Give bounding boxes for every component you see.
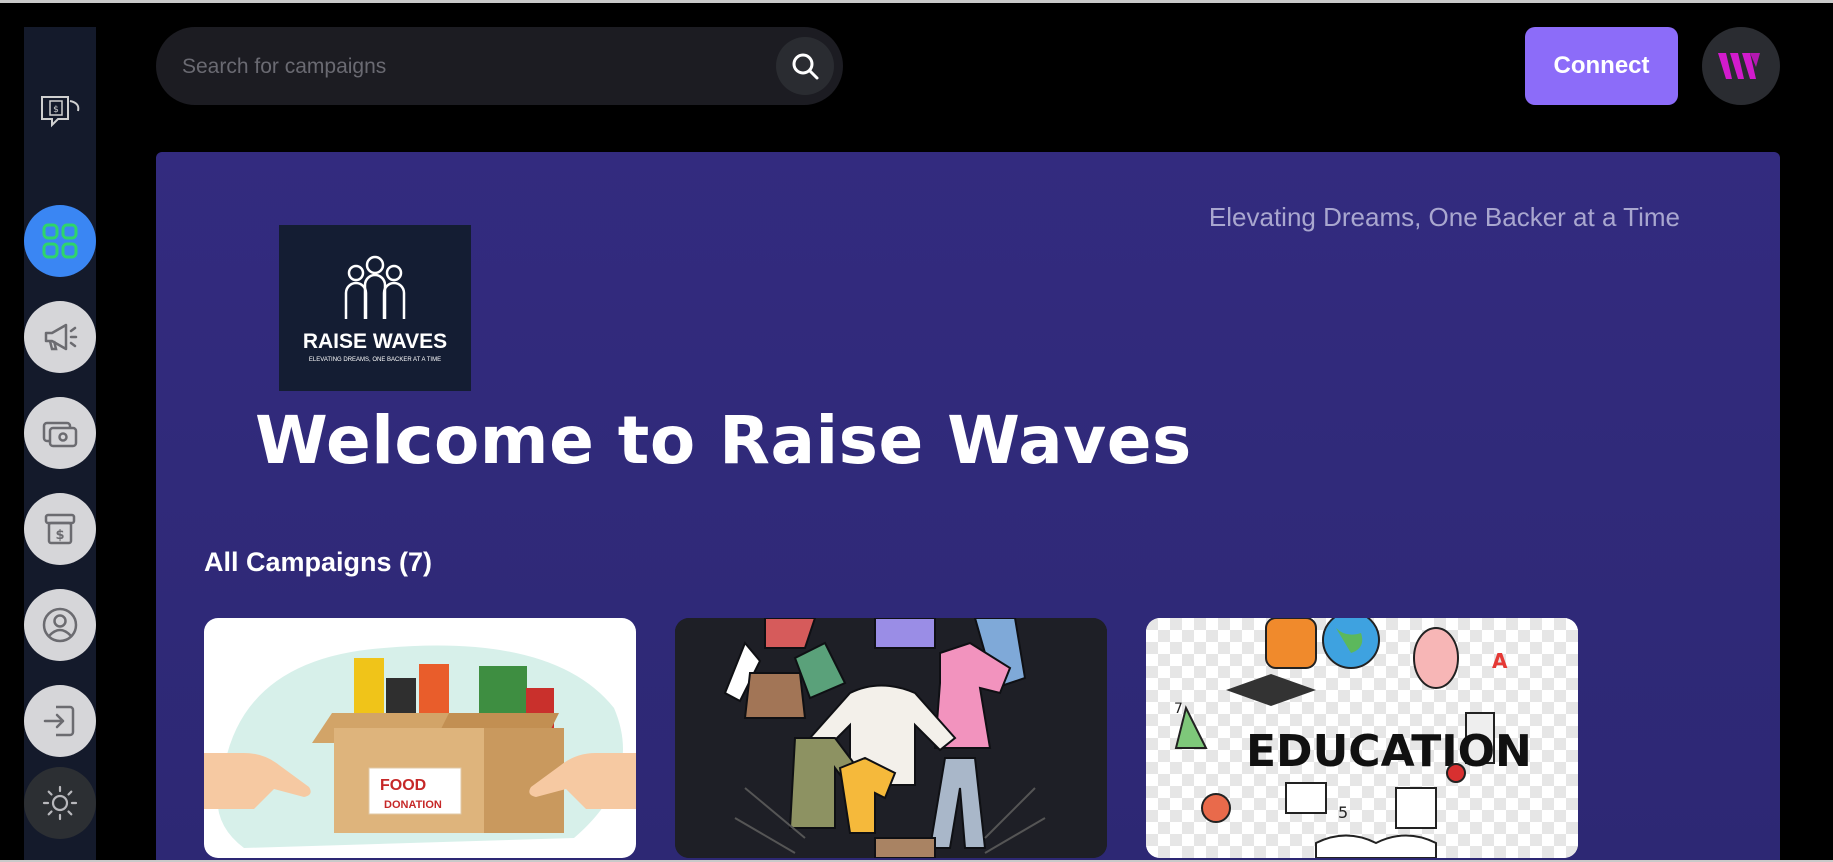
sidebar: $ $ xyxy=(24,27,96,860)
search-bar xyxy=(156,27,843,107)
campaigns-heading: All Campaigns (7) xyxy=(204,547,433,577)
brand-tagline: ELEVATING DREAMS, ONE BACKER AT A TIME xyxy=(308,357,442,363)
megaphone-icon xyxy=(44,323,78,351)
nav-payment[interactable] xyxy=(24,397,96,469)
search-input[interactable] xyxy=(180,27,724,107)
people-icon xyxy=(344,255,406,319)
campaign-card-clothes[interactable] xyxy=(675,618,1107,858)
brand-logo: RAISE WAVES ELEVATING DREAMS, ONE BACKER… xyxy=(279,225,471,391)
nav-logout[interactable] xyxy=(24,685,96,757)
grid-icon xyxy=(42,223,78,259)
svg-text:DONATION: DONATION xyxy=(384,799,442,811)
nav-dashboard[interactable] xyxy=(24,205,96,277)
svg-text:$: $ xyxy=(55,528,64,543)
avatar[interactable] xyxy=(1702,27,1780,105)
nav-profile[interactable] xyxy=(24,589,96,661)
svg-text:$: $ xyxy=(53,105,59,115)
theme-toggle[interactable] xyxy=(24,767,96,839)
brand-name: RAISE WAVES xyxy=(302,330,448,353)
svg-text:5: 5 xyxy=(1338,803,1348,822)
svg-text:FOOD: FOOD xyxy=(380,777,426,794)
hero-panel: Elevating Dreams, One Backer at a Time R… xyxy=(156,152,1780,862)
education-label: EDUCATION xyxy=(1246,726,1532,777)
dollar-box-icon: $ xyxy=(44,513,76,545)
search-button[interactable] xyxy=(776,37,834,95)
connect-button[interactable]: Connect xyxy=(1525,27,1678,105)
campaign-card-education[interactable]: EDUCATION A 7 5 xyxy=(1146,618,1578,858)
campaign-card-food[interactable]: FOOD DONATION xyxy=(204,618,636,858)
sun-icon xyxy=(42,785,78,821)
svg-text:A: A xyxy=(1492,649,1508,673)
app-logo-icon[interactable]: $ xyxy=(36,89,84,137)
user-icon xyxy=(42,607,78,643)
brand-w-icon xyxy=(1718,53,1760,79)
hero-tagline: Elevating Dreams, One Backer at a Time xyxy=(1208,202,1680,232)
education-image: EDUCATION A 7 5 xyxy=(1146,618,1578,858)
food-donation-image: FOOD DONATION xyxy=(204,645,636,848)
page-title: Welcome to Raise Waves xyxy=(255,402,1192,479)
top-border xyxy=(0,0,1833,3)
clothes-image xyxy=(675,618,1107,858)
logout-icon xyxy=(43,705,75,737)
wallet-icon xyxy=(42,421,78,448)
nav-withdraw[interactable]: $ xyxy=(24,493,96,565)
search-icon xyxy=(792,53,819,80)
nav-campaign[interactable] xyxy=(24,301,96,373)
svg-text:7: 7 xyxy=(1174,701,1183,717)
